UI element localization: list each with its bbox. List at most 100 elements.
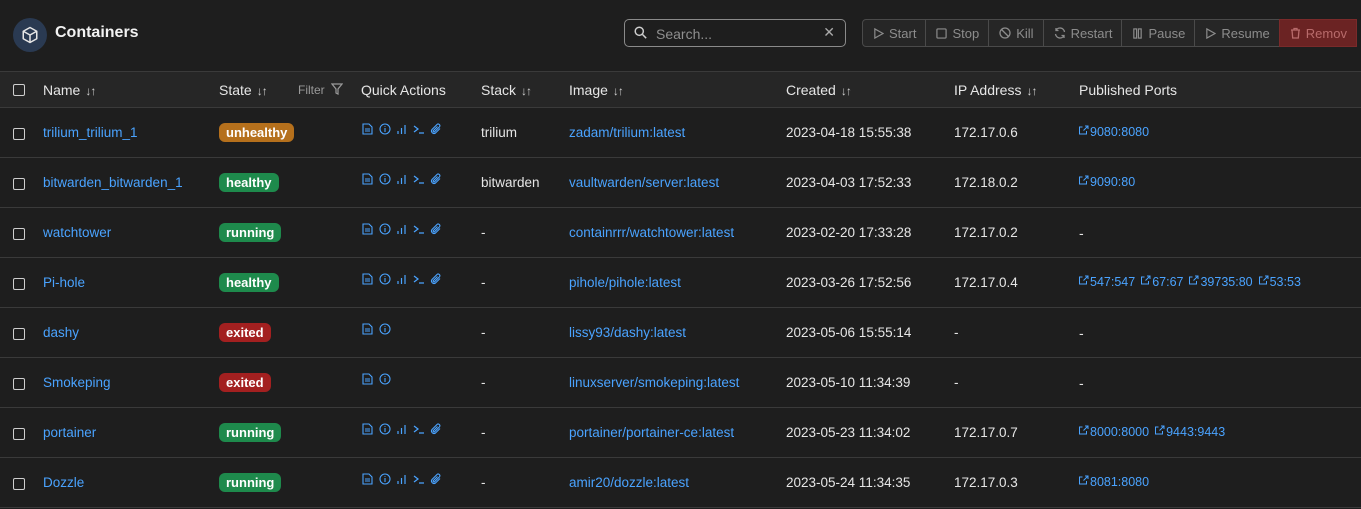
bar-chart-icon[interactable]	[395, 123, 408, 135]
container-name-link[interactable]: bitwarden_bitwarden_1	[43, 175, 183, 190]
column-stack[interactable]: Stack ↓↑	[481, 82, 532, 98]
image-link[interactable]: containrrr/watchtower:latest	[569, 225, 734, 240]
column-image[interactable]: Image ↓↑	[569, 82, 624, 98]
table-row: bitwarden_bitwarden_1 healthy bitwarden vau…	[0, 158, 1361, 208]
container-name-link[interactable]: dashy	[43, 325, 79, 340]
port-link[interactable]: 8000:8000	[1079, 425, 1149, 439]
search-box[interactable]: ✕	[624, 19, 846, 47]
row-checkbox[interactable]	[13, 328, 25, 340]
image-link[interactable]: pihole/pihole:latest	[569, 275, 681, 290]
port-link[interactable]: 9443:9443	[1155, 425, 1225, 439]
column-created[interactable]: Created ↓↑	[786, 82, 852, 98]
image-link[interactable]: zadam/trilium:latest	[569, 125, 685, 140]
ip-address-cell: 172.18.0.2	[954, 175, 1018, 190]
terminal-icon[interactable]	[412, 423, 425, 435]
port-link[interactable]: 547:547	[1079, 275, 1135, 289]
sort-icon: ↓↑	[1026, 84, 1037, 98]
created-cell: 2023-02-20 17:33:28	[786, 225, 912, 240]
kill-button[interactable]: Kill	[988, 19, 1044, 47]
file-text-icon[interactable]	[361, 273, 374, 285]
bar-chart-icon[interactable]	[395, 173, 408, 185]
terminal-icon[interactable]	[412, 473, 425, 485]
container-name-link[interactable]: Dozzle	[43, 475, 84, 490]
file-text-icon[interactable]	[361, 423, 374, 435]
row-checkbox[interactable]	[13, 128, 25, 140]
terminal-icon[interactable]	[412, 273, 425, 285]
file-text-icon[interactable]	[361, 223, 374, 235]
restart-button[interactable]: Restart	[1042, 19, 1123, 47]
info-icon[interactable]	[378, 423, 391, 435]
port-link[interactable]: 8081:8080	[1079, 475, 1149, 489]
container-name-link[interactable]: Smokeping	[43, 375, 111, 390]
file-text-icon[interactable]	[361, 473, 374, 485]
row-checkbox[interactable]	[13, 178, 25, 190]
top-bar: Containers ✕ Start Stop Kill Restart Pau…	[0, 0, 1361, 71]
row-checkbox[interactable]	[13, 228, 25, 240]
refresh-icon	[1054, 27, 1066, 39]
column-ip-address[interactable]: IP Address ↓↑	[954, 82, 1037, 98]
info-icon[interactable]	[378, 123, 391, 135]
image-link[interactable]: lissy93/dashy:latest	[569, 325, 686, 340]
paperclip-icon[interactable]	[429, 123, 442, 135]
quick-actions	[361, 123, 442, 135]
file-text-icon[interactable]	[361, 373, 374, 385]
container-name-link[interactable]: portainer	[43, 425, 96, 440]
image-link[interactable]: vaultwarden/server:latest	[569, 175, 719, 190]
select-all-checkbox[interactable]	[13, 84, 25, 96]
bar-chart-icon[interactable]	[395, 473, 408, 485]
sort-icon: ↓↑	[85, 84, 96, 98]
bar-chart-icon[interactable]	[395, 423, 408, 435]
created-cell: 2023-03-26 17:52:56	[786, 275, 912, 290]
container-name-link[interactable]: watchtower	[43, 225, 111, 240]
paperclip-icon[interactable]	[429, 273, 442, 285]
bar-chart-icon[interactable]	[395, 223, 408, 235]
port-link[interactable]: 67:67	[1141, 275, 1183, 289]
port-link[interactable]: 53:53	[1258, 275, 1301, 289]
pause-button[interactable]: Pause	[1121, 19, 1196, 47]
info-icon[interactable]	[378, 273, 391, 285]
start-button[interactable]: Start	[862, 19, 927, 47]
published-ports: 547:547 67:67 39735:80 53:53	[1079, 275, 1301, 289]
row-checkbox[interactable]	[13, 478, 25, 490]
port-link[interactable]: 9080:8080	[1079, 125, 1149, 139]
row-checkbox[interactable]	[13, 278, 25, 290]
remove-button[interactable]: Remov	[1278, 19, 1357, 47]
clear-search-icon[interactable]: ✕	[823, 24, 835, 41]
image-link[interactable]: amir20/dozzle:latest	[569, 475, 689, 490]
column-state[interactable]: State ↓↑	[219, 82, 268, 98]
paperclip-icon[interactable]	[429, 223, 442, 235]
container-name-link[interactable]: trilium_trilium_1	[43, 125, 138, 140]
info-icon[interactable]	[378, 323, 391, 335]
paperclip-icon[interactable]	[429, 173, 442, 185]
sort-icon: ↓↑	[256, 84, 268, 98]
port-link[interactable]: 39735:80	[1189, 275, 1253, 289]
terminal-icon[interactable]	[412, 223, 425, 235]
stop-button[interactable]: Stop	[925, 19, 990, 47]
info-icon[interactable]	[378, 473, 391, 485]
created-cell: 2023-05-10 11:34:39	[786, 375, 911, 390]
image-link[interactable]: linuxserver/smokeping:latest	[569, 375, 739, 390]
search-input[interactable]	[654, 23, 818, 45]
column-name[interactable]: Name ↓↑	[43, 82, 96, 98]
image-link[interactable]: portainer/portainer-ce:latest	[569, 425, 734, 440]
paperclip-icon[interactable]	[429, 423, 442, 435]
info-icon[interactable]	[378, 223, 391, 235]
file-text-icon[interactable]	[361, 323, 374, 335]
info-icon[interactable]	[378, 373, 391, 385]
external-link-icon	[1079, 125, 1089, 135]
row-checkbox[interactable]	[13, 428, 25, 440]
info-icon[interactable]	[378, 173, 391, 185]
bar-chart-icon[interactable]	[395, 273, 408, 285]
state-filter-button[interactable]: Filter	[298, 83, 344, 97]
file-text-icon[interactable]	[361, 173, 374, 185]
resume-button[interactable]: Resume	[1194, 19, 1280, 47]
row-checkbox[interactable]	[13, 378, 25, 390]
container-name-link[interactable]: Pi-hole	[43, 275, 85, 290]
cube-icon	[13, 18, 47, 52]
created-cell: 2023-05-23 11:34:02	[786, 425, 911, 440]
port-link[interactable]: 9090:80	[1079, 175, 1135, 189]
terminal-icon[interactable]	[412, 123, 425, 135]
file-text-icon[interactable]	[361, 123, 374, 135]
paperclip-icon[interactable]	[429, 473, 442, 485]
terminal-icon[interactable]	[412, 173, 425, 185]
